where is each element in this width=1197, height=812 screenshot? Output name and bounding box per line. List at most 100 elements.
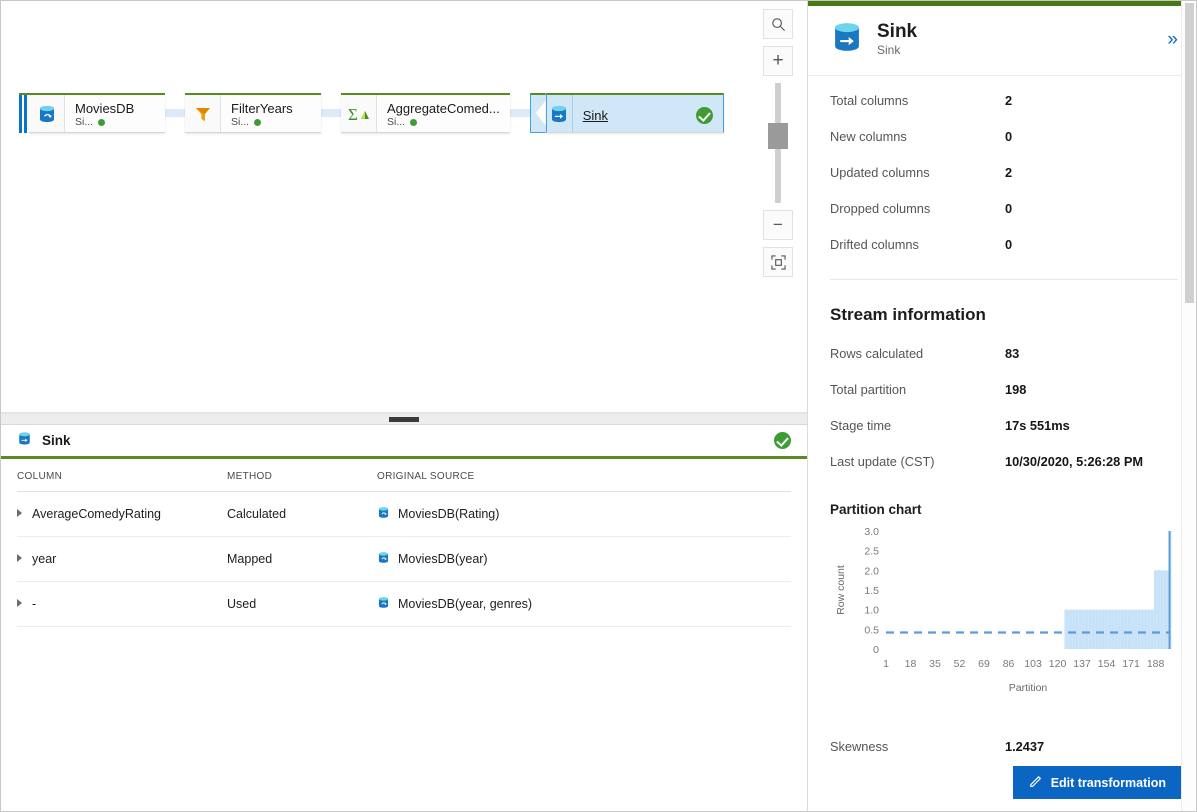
expand-triangle-icon[interactable] <box>17 554 22 562</box>
sink-database-icon <box>830 20 864 59</box>
inspect-pane-title: Sink <box>42 433 71 448</box>
stat-skewness: Skewness 1.2437 <box>830 739 1178 754</box>
svg-text:52: 52 <box>954 658 966 670</box>
pencil-icon <box>1029 774 1043 791</box>
node-subtitle: Si... <box>387 116 406 128</box>
filter-funnel-icon <box>185 95 221 132</box>
node-status-dot-icon <box>254 119 262 126</box>
svg-text:35: 35 <box>929 658 941 670</box>
node-subtitle: Si... <box>75 116 94 128</box>
node-subtitle-row: Si... <box>231 116 311 129</box>
section-divider <box>830 279 1178 280</box>
svg-text:1: 1 <box>883 658 889 670</box>
stat-label: Skewness <box>830 739 889 754</box>
stat-label: Dropped columns <box>830 201 931 216</box>
table-row[interactable]: - Used MoviesDB(year, genres) <box>17 581 791 627</box>
expand-triangle-icon[interactable] <box>17 509 22 517</box>
stat-label: Stage time <box>830 418 892 433</box>
stat-label: Rows calculated <box>830 346 924 361</box>
sink-database-icon <box>17 430 32 452</box>
node-title: FilterYears <box>231 101 293 116</box>
row-column-text: year <box>32 552 57 566</box>
horizontal-splitter[interactable] <box>1 413 807 425</box>
zoom-out-icon[interactable]: − <box>763 210 793 240</box>
zoom-in-icon[interactable]: + <box>763 46 793 76</box>
col-header-original-source: ORIGINAL SOURCE <box>377 459 791 492</box>
fit-to-screen-icon[interactable] <box>763 247 793 277</box>
zoom-slider-thumb[interactable] <box>768 123 788 149</box>
stat-new-columns: New columns 0 <box>830 129 1178 144</box>
stream-last-update: Last update (CST) 10/30/2020, 5:26:28 PM <box>830 454 1178 469</box>
partition-chart-heading: Partition chart <box>830 502 922 517</box>
stat-label: Total partition <box>830 382 907 397</box>
dataflow-pipeline: MoviesDB Si... FilterYears Si... Σ Aggre… <box>19 93 724 133</box>
row-method-cell: Used <box>227 581 377 627</box>
row-column-cell[interactable]: year <box>17 536 227 582</box>
svg-text:2.5: 2.5 <box>864 546 879 558</box>
edit-transformation-button[interactable]: Edit transformation <box>1012 766 1182 799</box>
node-subtitle-row: Si... <box>387 116 500 129</box>
svg-text:Σ: Σ <box>348 105 358 124</box>
source-database-icon <box>377 505 390 523</box>
inspect-pane-header: Sink <box>1 425 807 459</box>
sink-node-lead-chevron <box>529 93 546 133</box>
svg-text:86: 86 <box>1003 658 1015 670</box>
stat-label: Total columns <box>830 93 909 108</box>
node-status-dot-icon <box>410 119 418 126</box>
zoom-out-label: − <box>773 215 783 234</box>
stat-value: 2 <box>1005 165 1013 180</box>
source-database-icon <box>29 95 65 132</box>
inspect-pane: Sink COLUMN METHOD ORIGINAL SOURCE Avera… <box>1 425 807 811</box>
svg-text:0.5: 0.5 <box>864 624 879 636</box>
node-body: FilterYears Si... <box>221 95 321 132</box>
azure-data-flow-debug-view: MoviesDB Si... FilterYears Si... Σ Aggre… <box>0 0 1197 812</box>
row-source-cell: MoviesDB(year, genres) <box>377 581 791 627</box>
source-stripe-accent <box>19 93 29 133</box>
dataflow-node-moviesdb[interactable]: MoviesDB Si... <box>29 93 165 133</box>
row-column-cell[interactable]: AverageComedyRating <box>17 491 227 537</box>
partition-chart: 3.0 2.5 2.0 1.5 1.0 0.5 0 Row count 1 18 35 52 69 86 1… <box>830 523 1178 703</box>
row-source-text: MoviesDB(year) <box>398 552 488 566</box>
table-header-row: COLUMN METHOD ORIGINAL SOURCE <box>17 459 791 492</box>
row-column-cell[interactable]: - <box>17 581 227 627</box>
source-database-icon <box>377 595 390 613</box>
stat-drifted-columns: Drifted columns 0 <box>830 237 1178 252</box>
node-subtitle-row: Si... <box>75 116 155 129</box>
stat-total-columns: Total columns 2 <box>830 93 1178 108</box>
collapse-panel-icon[interactable]: » <box>1167 29 1178 51</box>
aggregate-sigma-icon: Σ <box>341 95 377 132</box>
svg-text:3.0: 3.0 <box>864 526 879 538</box>
stat-value: 0 <box>1005 201 1013 216</box>
panel-header: Sink Sink » <box>808 6 1196 76</box>
stat-label: New columns <box>830 129 907 144</box>
row-source-cell: MoviesDB(year) <box>377 536 791 582</box>
svg-text:103: 103 <box>1024 658 1042 670</box>
expand-triangle-icon[interactable] <box>17 599 22 607</box>
stat-label: Updated columns <box>830 165 930 180</box>
node-status-dot-icon <box>98 119 106 126</box>
svg-text:2.0: 2.0 <box>864 565 879 577</box>
panel-scrollbar-thumb[interactable] <box>1185 3 1194 303</box>
inspect-success-check-icon <box>774 432 791 449</box>
zoom-in-label: + <box>772 50 784 71</box>
splitter-grip[interactable] <box>389 416 419 422</box>
row-method-cell: Mapped <box>227 536 377 582</box>
zoom-slider-track[interactable] <box>768 83 788 203</box>
dataflow-canvas[interactable]: MoviesDB Si... FilterYears Si... Σ Aggre… <box>1 1 807 413</box>
dataflow-node-sink[interactable]: Sink <box>545 93 724 133</box>
svg-text:171: 171 <box>1122 658 1140 670</box>
panel-scrollbar[interactable] <box>1181 1 1196 811</box>
stat-value: 10/30/2020, 5:26:28 PM <box>1005 454 1144 469</box>
row-method-cell: Calculated <box>227 491 377 537</box>
search-icon[interactable] <box>763 9 793 39</box>
stat-updated-columns: Updated columns 2 <box>830 165 1178 180</box>
table-row[interactable]: year Mapped MoviesDB(year) <box>17 536 791 582</box>
svg-text:69: 69 <box>978 658 990 670</box>
row-column-text: - <box>32 597 37 611</box>
stat-value: 83 <box>1005 346 1020 361</box>
dataflow-node-filteryears[interactable]: FilterYears Si... <box>185 93 321 133</box>
dataflow-node-aggregatecomedy[interactable]: Σ AggregateComed... Si... <box>341 93 510 133</box>
stat-value: 198 <box>1005 382 1027 397</box>
connector-3 <box>508 109 531 117</box>
table-row[interactable]: AverageComedyRating Calculated MoviesDB(… <box>17 491 791 537</box>
